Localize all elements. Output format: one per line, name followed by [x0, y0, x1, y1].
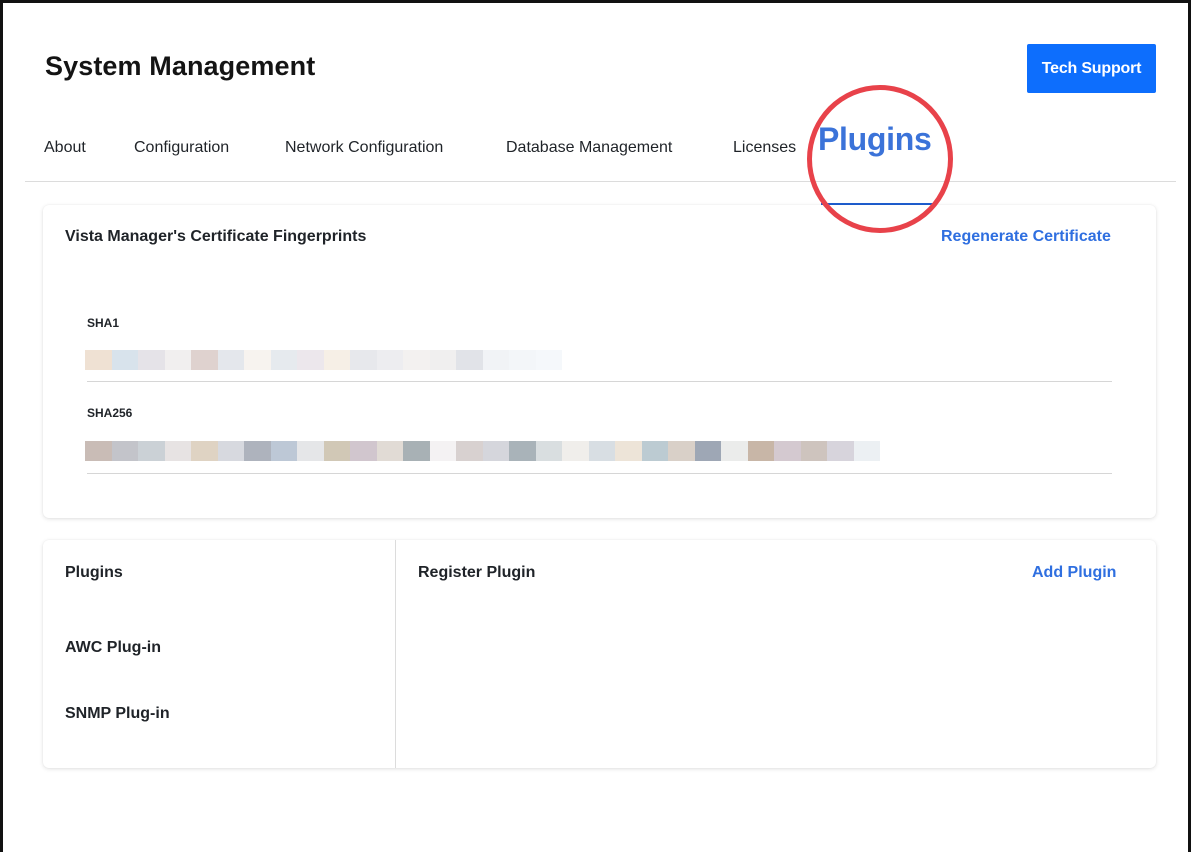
plugin-item-snmp[interactable]: SNMP Plug-in [65, 705, 170, 723]
redacted-pixel-block [403, 441, 430, 461]
add-plugin-link[interactable]: Add Plugin [1032, 564, 1116, 582]
regenerate-certificate-link[interactable]: Regenerate Certificate [941, 228, 1111, 246]
redacted-pixel-block [217, 350, 244, 370]
register-plugin-title: Register Plugin [418, 564, 536, 581]
redacted-pixel-block [509, 350, 536, 370]
sha256-label: SHA256 [87, 406, 133, 420]
redacted-pixel-block [747, 441, 774, 461]
redacted-pixel-block [774, 441, 801, 461]
redacted-pixel-block [482, 441, 509, 461]
redacted-pixel-block [244, 441, 271, 461]
redacted-pixel-block [535, 350, 562, 370]
redacted-pixel-block [694, 441, 721, 461]
redacted-pixel-block [350, 350, 377, 370]
redacted-pixel-block [350, 441, 377, 461]
sha1-divider [87, 381, 1112, 382]
redacted-pixel-block [376, 441, 403, 461]
redacted-pixel-block [721, 441, 748, 461]
redacted-pixel-block [191, 350, 218, 370]
plugins-card: Plugins AWC Plug-in SNMP Plug-in Registe… [43, 540, 1156, 768]
redacted-pixel-block [482, 350, 509, 370]
tab-database-management[interactable]: Database Management [506, 139, 672, 157]
redacted-pixel-block [217, 441, 244, 461]
redacted-pixel-block [562, 441, 589, 461]
redacted-pixel-block [641, 441, 668, 461]
column-divider [395, 540, 396, 768]
redacted-pixel-block [668, 441, 695, 461]
redacted-pixel-block [164, 441, 191, 461]
redacted-pixel-block [827, 441, 854, 461]
highlight-circle-annotation [807, 85, 953, 233]
redacted-pixel-block [270, 441, 297, 461]
redacted-pixel-block [429, 350, 456, 370]
redacted-pixel-block [323, 441, 350, 461]
sha1-value-redacted [85, 350, 589, 370]
redacted-pixel-block [853, 441, 880, 461]
redacted-pixel-block [111, 350, 138, 370]
tab-licenses[interactable]: Licenses [733, 139, 796, 157]
page-title: System Management [45, 51, 316, 81]
redacted-pixel-block [800, 441, 827, 461]
tech-support-button[interactable]: Tech Support [1027, 44, 1156, 93]
tab-configuration[interactable]: Configuration [134, 139, 229, 157]
redacted-pixel-block [297, 350, 324, 370]
redacted-pixel-block [85, 441, 112, 461]
plugins-list-title: Plugins [65, 564, 123, 581]
sha256-value-redacted [85, 441, 880, 461]
redacted-pixel-block [244, 350, 271, 370]
redacted-pixel-block [562, 350, 589, 370]
redacted-pixel-block [403, 350, 430, 370]
redacted-pixel-block [164, 350, 191, 370]
redacted-pixel-block [588, 441, 615, 461]
redacted-pixel-block [270, 350, 297, 370]
tab-about[interactable]: About [44, 139, 86, 157]
redacted-pixel-block [191, 441, 218, 461]
redacted-pixel-block [456, 441, 483, 461]
certificate-title: Vista Manager's Certificate Fingerprints [65, 228, 367, 245]
certificate-card: Vista Manager's Certificate Fingerprints… [43, 205, 1156, 518]
redacted-pixel-block [297, 441, 324, 461]
redacted-pixel-block [85, 350, 112, 370]
sha1-label: SHA1 [87, 316, 120, 330]
redacted-pixel-block [376, 350, 403, 370]
tab-network-configuration[interactable]: Network Configuration [285, 139, 443, 157]
tabs-divider [25, 181, 1176, 182]
redacted-pixel-block [138, 441, 165, 461]
redacted-pixel-block [456, 350, 483, 370]
redacted-pixel-block [429, 441, 456, 461]
sha256-divider [87, 473, 1112, 474]
app-window: System Management Tech Support About Con… [0, 0, 1191, 852]
redacted-pixel-block [509, 441, 536, 461]
redacted-pixel-block [535, 441, 562, 461]
redacted-pixel-block [323, 350, 350, 370]
redacted-pixel-block [138, 350, 165, 370]
redacted-pixel-block [615, 441, 642, 461]
plugin-item-awc[interactable]: AWC Plug-in [65, 639, 161, 657]
redacted-pixel-block [111, 441, 138, 461]
